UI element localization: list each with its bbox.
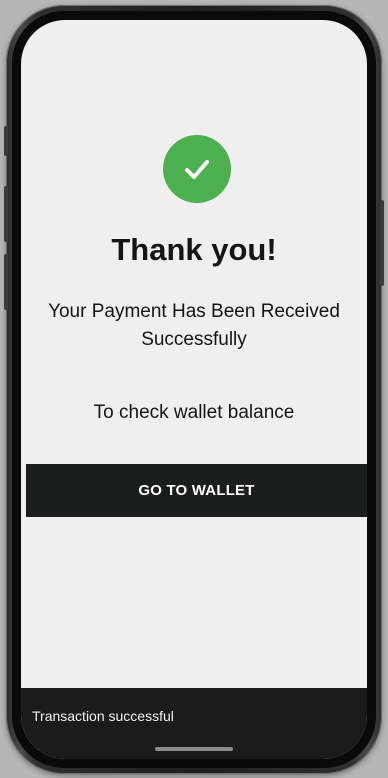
- success-message: Your Payment Has Been Received Successfu…: [48, 301, 340, 350]
- success-title: Thank you!: [111, 232, 277, 267]
- volume-up-button: [4, 186, 8, 242]
- snackbar-message: Transaction successful: [32, 708, 174, 724]
- action-button: [4, 126, 8, 156]
- stage: Thank you! Your Payment Has Been Receive…: [0, 0, 388, 778]
- app-screen: Thank you! Your Payment Has Been Receive…: [21, 20, 367, 759]
- go-to-wallet-button[interactable]: GO TO WALLET: [26, 464, 367, 517]
- power-button: [380, 200, 384, 286]
- volume-down-button: [4, 254, 8, 310]
- wallet-hint-text: To check wallet balance: [93, 402, 295, 423]
- home-indicator[interactable]: [155, 747, 233, 751]
- success-badge: [163, 135, 231, 203]
- checkmark-icon: [185, 160, 209, 179]
